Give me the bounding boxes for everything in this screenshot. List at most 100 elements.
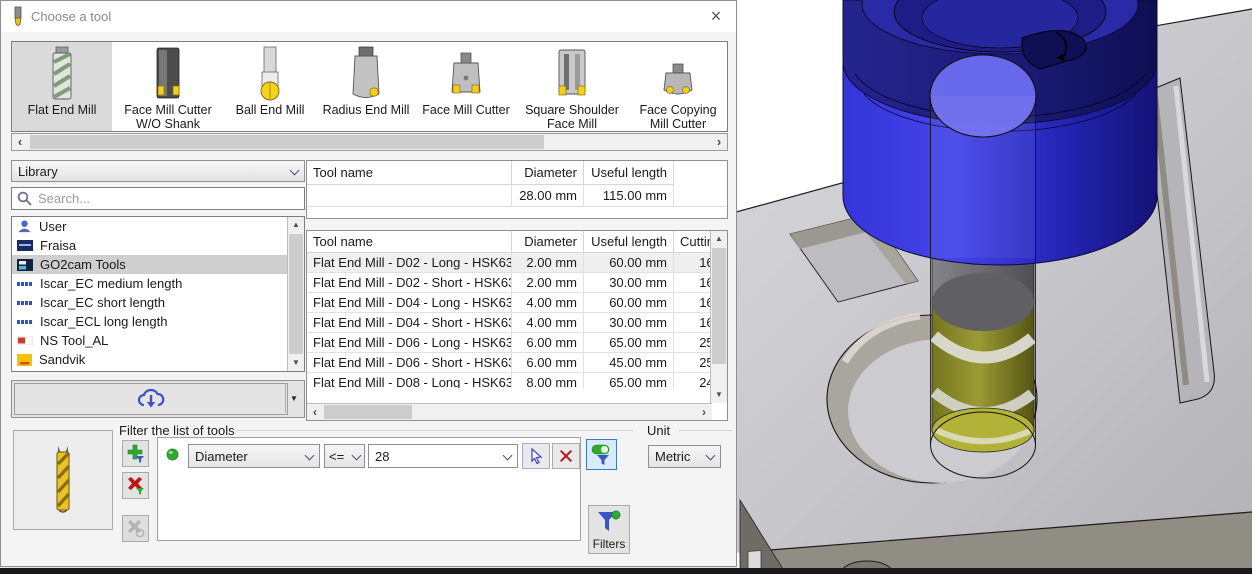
delete-filter-row-button[interactable] [552,443,580,469]
add-filter-button[interactable] [122,440,149,467]
iscar-logo [17,281,32,286]
search-icon [17,191,32,206]
clear-filters-button-disabled[interactable] [122,515,149,542]
scrollbar-thumb[interactable] [289,234,303,354]
scroll-up-icon[interactable]: ▲ [288,217,304,233]
scrollbar-thumb[interactable] [712,248,726,364]
dialog-titlebar[interactable]: Choose a tool × [1,1,736,32]
library-item-go2cam-tools[interactable]: GO2cam Tools [12,255,304,274]
tool-type-label: Face Mill Cutter [422,103,510,117]
filters-button[interactable]: Filters [588,505,630,554]
column-header[interactable]: Diameter [512,231,584,253]
tool-type-flat-end-mill[interactable]: Flat End Mill [12,42,112,131]
tool-type-face-copying-mill-cutter[interactable]: Face Copying Mill Cutter [628,42,727,131]
groupbox-line [236,430,633,431]
scrollbar-thumb[interactable] [30,135,544,149]
close-icon[interactable]: × [704,5,728,29]
current-tool-useful-length: 115.00 mm [584,185,674,206]
chevron-down-icon [705,450,716,461]
tool-type-face-mill-wo-shank[interactable]: Face Mill Cutter W/O Shank [112,42,224,131]
column-header[interactable]: Tool name [307,231,512,253]
search-input[interactable]: Search... [11,187,305,210]
library-item-iscar-ec-short[interactable]: Iscar_EC short length [12,293,304,312]
pick-value-button[interactable] [522,443,550,469]
library-item-iscar-ecl-long[interactable]: Iscar_ECL long length [12,312,304,331]
column-header[interactable]: Cutting [674,231,712,253]
search-placeholder: Search... [38,191,91,206]
filters-icon [598,510,621,531]
tool-type-square-shoulder-face-mill[interactable]: Square Shoulder Face Mill [516,42,628,131]
library-item-iscar-ec-medium[interactable]: Iscar_EC medium length [12,274,304,293]
column-header[interactable]: Useful length [584,161,674,185]
cursor-arrow-icon [530,448,543,464]
column-header[interactable]: Tool name [307,161,512,185]
tool-type-label: Flat End Mill [27,103,97,117]
chevron-down-icon [304,450,315,460]
scroll-down-icon[interactable]: ▼ [288,355,304,371]
tool-type-label: Radius End Mill [322,103,410,117]
unit-select[interactable]: Metric [648,445,721,468]
filter-field-select[interactable]: Diameter [188,444,320,468]
filter-enable-toggle-button[interactable] [586,439,617,470]
table-row[interactable]: Flat End Mill - D04 - Long - HSK63 4.00 … [307,293,712,313]
chevron-down-icon [502,450,513,460]
add-filter-icon [127,444,144,463]
scroll-left-icon[interactable]: ‹ [12,134,28,150]
library-item-fraisa[interactable]: Fraisa [12,236,304,255]
go2cam-logo [17,258,33,271]
table-row[interactable]: Flat End Mill - D06 - Short - HSK63 6.00… [307,353,712,373]
chevron-down-icon [289,165,300,175]
groupbox-line [679,430,732,431]
library-item-ns-tool-al[interactable]: NS Tool_AL [12,331,304,350]
dialog-title: Choose a tool [31,9,112,24]
scroll-right-icon[interactable]: › [711,134,727,150]
scroll-right-icon[interactable]: › [696,404,712,420]
scrollbar-thumb[interactable] [324,405,412,419]
library-selector[interactable]: Library [11,160,305,182]
table-row[interactable]: Flat End Mill - D02 - Short - HSK63 2.00… [307,273,712,293]
nstool-logo [17,336,33,345]
choose-tool-dialog: Choose a tool × Flat End Mill Face Mill … [0,0,737,567]
tool-type-label: Face Mill Cutter W/O Shank [124,103,212,131]
tools-table-vscrollbar[interactable]: ▲ ▼ [710,231,727,403]
face-mill-cutter-icon [446,42,486,102]
ball-end-mill-icon [254,42,286,102]
scroll-down-icon[interactable]: ▼ [711,387,727,403]
clear-filters-icon [128,520,145,538]
tool-strip-scrollbar[interactable]: ‹ › [11,133,728,151]
download-library-split-button: ▼ [11,380,305,418]
library-item-user[interactable]: User [12,217,304,236]
tool-holder [842,0,1158,266]
tool-type-strip: Flat End Mill Face Mill Cutter W/O Shank… [11,41,728,132]
tools-table-hscrollbar[interactable]: ‹ › [307,403,712,420]
face-mill-wo-shank-icon [149,42,187,102]
tool-type-radius-end-mill[interactable]: Radius End Mill [316,42,416,131]
download-dropdown-icon[interactable]: ▼ [285,383,302,413]
tool-type-face-mill-cutter[interactable]: Face Mill Cutter [416,42,516,131]
table-row[interactable]: Flat End Mill - D06 - Long - HSK63 6.00 … [307,333,712,353]
scroll-up-icon[interactable]: ▲ [711,231,727,247]
filters-button-label: Filters [592,537,626,551]
filter-group-title: Filter the list of tools [119,423,235,438]
column-header[interactable]: Diameter [512,161,584,185]
filter-operator-select[interactable]: <= [324,444,365,468]
scroll-left-icon[interactable]: ‹ [307,404,323,420]
library-item-sandvik[interactable]: Sandvik [12,350,304,369]
table-row[interactable]: Flat End Mill - D02 - Long - HSK63 2.00 … [307,253,712,273]
unit-group-title: Unit [647,423,671,438]
table-row[interactable]: Flat End Mill - D08 - Long - HSK63 8.00 … [307,373,712,388]
library-list-scrollbar[interactable]: ▲ ▼ [287,217,304,371]
remove-filter-button[interactable] [122,472,149,499]
face-copying-mill-cutter-icon [658,42,698,102]
remove-filter-icon [128,477,144,495]
filter-value-combobox[interactable]: 28 [368,444,518,468]
table-row[interactable]: Flat End Mill - D04 - Short - HSK63 4.00… [307,313,712,333]
iscar-logo [17,319,32,324]
library-list: User Fraisa GO2cam Tools Iscar_EC medium… [11,216,305,372]
tool-type-ball-end-mill[interactable]: Ball End Mill [224,42,316,131]
column-header[interactable]: Useful length [584,231,674,253]
red-x-icon [560,450,572,462]
download-library-button[interactable] [14,383,288,415]
filter-rows-panel: Diameter <= 28 [157,437,581,541]
sandvik-logo [17,353,32,366]
